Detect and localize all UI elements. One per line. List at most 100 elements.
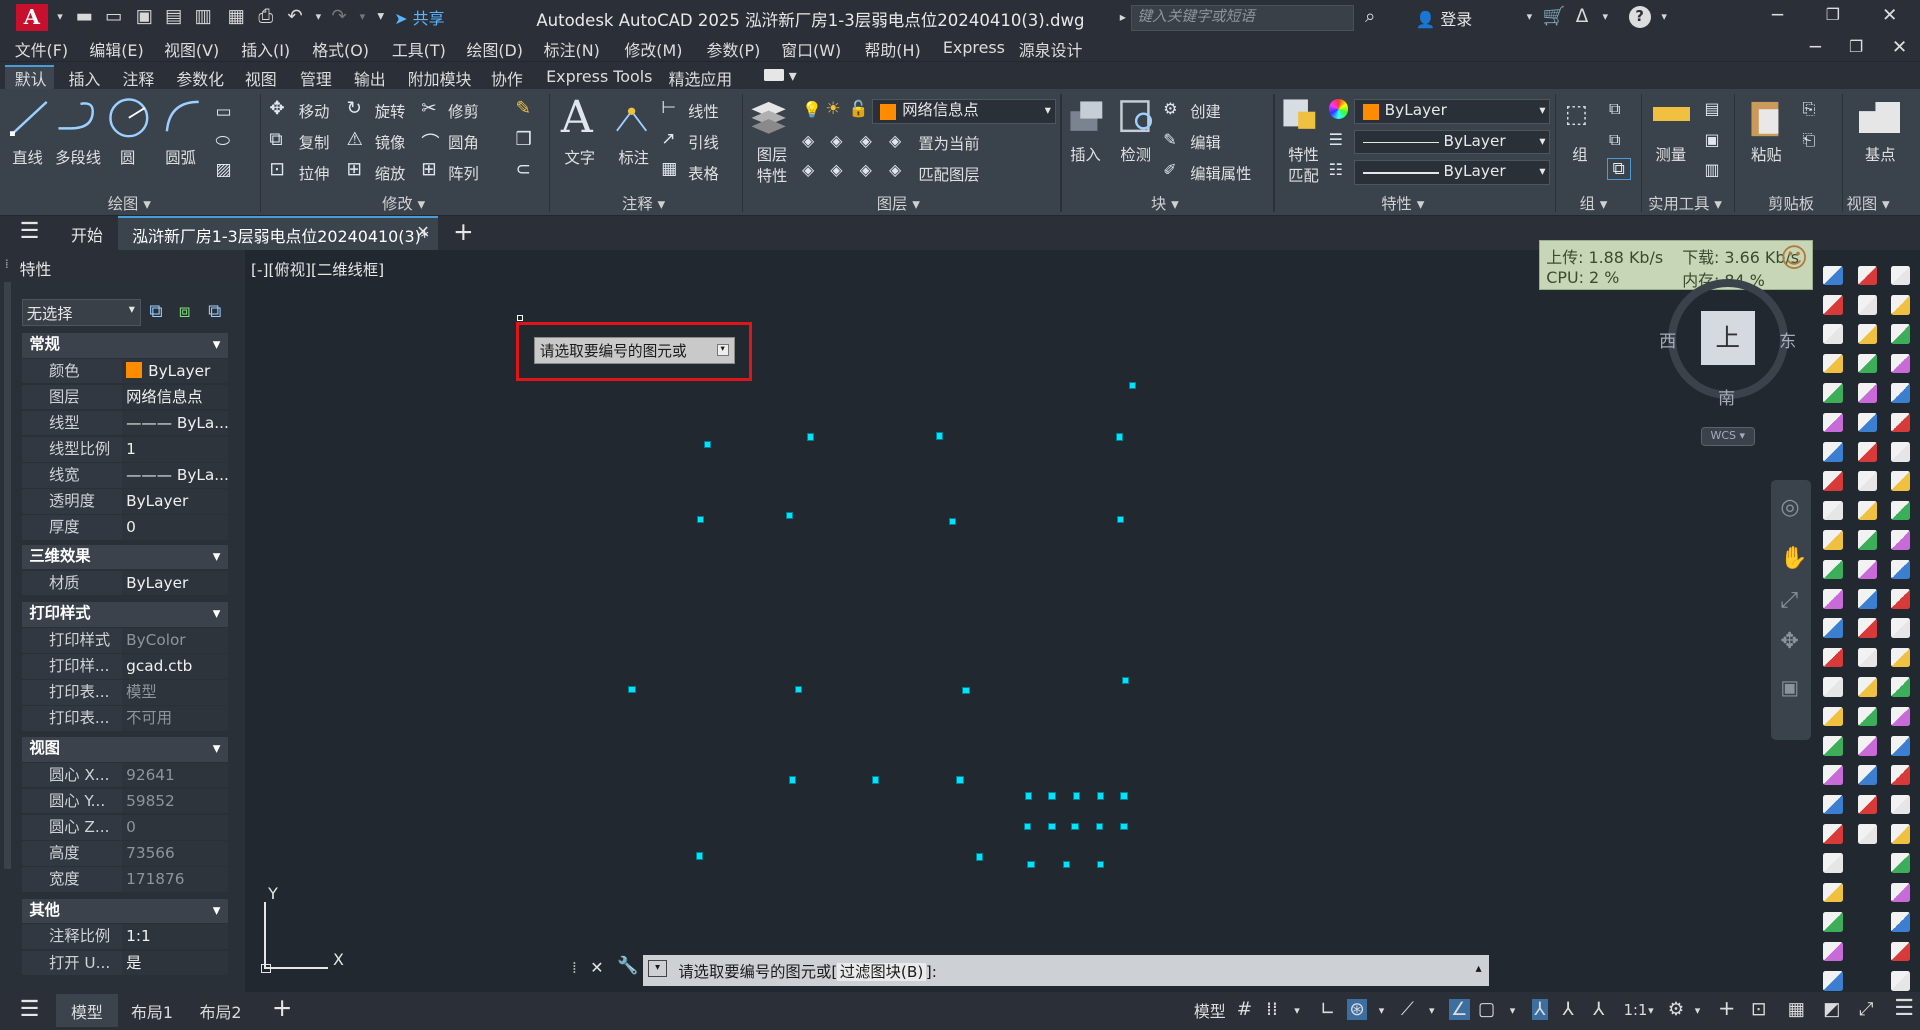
tool-strip-button-icon[interactable] [1823, 295, 1843, 315]
layout-menu-icon[interactable]: ☰ [20, 997, 40, 1022]
osnap-icon[interactable]: ▢ [1478, 999, 1495, 1020]
menu-insert[interactable]: 插入(I) [241, 38, 290, 61]
rotate-button[interactable]: 旋转 [375, 100, 406, 122]
scale-readout[interactable]: 1:1 [1624, 1002, 1648, 1019]
network-point-marker[interactable] [1128, 382, 1137, 390]
array-button[interactable]: 阵列 [448, 162, 479, 184]
tab-manage[interactable]: 管理 [300, 67, 332, 90]
network-point-marker[interactable] [935, 432, 943, 440]
tool-strip-button-icon[interactable] [1890, 882, 1911, 903]
tool-strip-button-icon[interactable] [1890, 618, 1911, 638]
table-button[interactable]: 表格 [688, 162, 719, 184]
cmdline-recent-icon[interactable]: ▾ [647, 959, 668, 978]
stretch-icon[interactable]: ⊡ [269, 159, 284, 180]
polyline-icon[interactable] [56, 99, 98, 133]
tab-view[interactable]: 视图 [245, 67, 277, 90]
section-plot-style[interactable]: 打印样式 [22, 602, 228, 627]
tab-insert[interactable]: 插入 [69, 67, 101, 90]
tool-strip-button-icon[interactable] [1857, 647, 1878, 668]
rotate-icon[interactable]: ↻ [347, 98, 362, 119]
property-view-row[interactable]: 圆心 Y... 59852 [22, 788, 228, 815]
lineweight-dropdown[interactable]: ByLayer ▾ [1354, 160, 1551, 185]
tool-strip-button-icon[interactable] [1823, 647, 1843, 668]
tool-strip-button-icon[interactable] [1890, 647, 1911, 668]
cart-icon[interactable]: 🛒 [1543, 6, 1566, 28]
clipboard-panel-label[interactable]: 剪贴板 [1768, 192, 1814, 214]
polar-chevron-icon[interactable]: ▾ [1379, 1004, 1385, 1017]
layer-off-icon[interactable]: ◈ [802, 131, 814, 150]
cmdline-history-icon[interactable]: ▴ [1475, 961, 1481, 975]
network-point-marker[interactable] [956, 776, 964, 784]
tool-strip-button-icon[interactable] [1890, 677, 1911, 697]
cmdline-grip-icon[interactable]: ⁞ [572, 958, 577, 977]
workspace-chevron-icon[interactable]: ▾ [1695, 1004, 1701, 1017]
tool-strip-button-icon[interactable] [1823, 442, 1843, 462]
quick-select-icon[interactable]: ▤ [1705, 99, 1720, 118]
insert-block-label[interactable]: 插入 [1070, 143, 1101, 165]
menu-dimension[interactable]: 标注(N) [544, 38, 600, 61]
measure-icon[interactable] [1653, 106, 1690, 122]
tab-annotate[interactable]: 注释 [122, 67, 154, 90]
offset-icon[interactable]: ⊂ [516, 159, 531, 180]
tool-strip-button-icon[interactable] [1823, 971, 1843, 991]
toggle-pickadd-icon[interactable]: ⧉ [149, 301, 162, 322]
tool-strip-button-icon[interactable] [1823, 853, 1843, 874]
network-point-marker[interactable] [788, 776, 796, 784]
modify-panel-label[interactable]: 修改 ▾ [382, 192, 425, 214]
network-point-marker[interactable] [1115, 433, 1123, 441]
open-web-icon[interactable]: ▦ [225, 6, 247, 28]
tool-strip-button-icon[interactable] [1823, 735, 1843, 756]
match-props-label-2[interactable]: 匹配 [1288, 164, 1319, 186]
cut-icon[interactable]: ⎗ [1802, 130, 1815, 150]
text-icon[interactable]: A [561, 92, 593, 143]
tool-strip-button-icon[interactable] [1857, 295, 1878, 315]
property-view-row[interactable]: 圆心 X... 92641 [22, 762, 228, 789]
match-layer-button[interactable]: 匹配图层 [918, 163, 979, 185]
selection-dropdown[interactable]: 无选择 ▾ [22, 298, 141, 326]
tool-strip-button-icon[interactable] [1823, 471, 1843, 491]
tool-strip-button-icon[interactable] [1823, 559, 1843, 580]
network-monitor-widget[interactable]: 上传: 1.88 Kb/s 下载: 3.66 Kb/s CPU: 2 % 内存:… [1539, 240, 1814, 291]
calculator-icon[interactable]: ▥ [1705, 160, 1720, 179]
save-as-icon[interactable]: ▤ [163, 6, 185, 28]
trim-icon[interactable]: ✂ [421, 98, 436, 119]
tool-strip-button-icon[interactable] [1857, 265, 1878, 286]
new-tab-icon[interactable]: + [453, 217, 474, 246]
line-button-label[interactable]: 直线 [12, 146, 43, 168]
tab-parametric[interactable]: 参数化 [176, 67, 224, 90]
login-button[interactable]: 👤 登录 [1416, 7, 1473, 30]
viewport-controls-label[interactable]: [-][俯视][二维线框] [251, 258, 384, 280]
network-point-marker[interactable] [1048, 822, 1056, 831]
tool-strip-button-icon[interactable] [1890, 824, 1911, 844]
text-button-label[interactable]: 文字 [564, 146, 595, 168]
base-point-icon[interactable] [1858, 101, 1901, 134]
network-point-marker[interactable] [794, 685, 803, 694]
property-general-row[interactable]: 线宽 ——— ByLa... [22, 463, 228, 489]
stretch-button[interactable]: 拉伸 [299, 162, 330, 184]
minimize-icon[interactable]: ─ [1772, 5, 1783, 26]
check-block-icon[interactable] [1119, 99, 1158, 136]
tab-layout2[interactable]: 布局2 [200, 1000, 242, 1023]
polyline-button-label[interactable]: 多段线 [55, 146, 101, 168]
copy-clip-icon[interactable]: ⎘ [1802, 99, 1815, 119]
layer-freeze2-icon[interactable]: ◈ [802, 160, 814, 179]
base-point-label[interactable]: 基点 [1865, 143, 1896, 165]
tool-strip-button-icon[interactable] [1890, 383, 1911, 403]
share-button[interactable]: ➤ 共享 [394, 6, 444, 29]
units-icon[interactable]: ⊡ [1751, 999, 1766, 1020]
tool-strip-button-icon[interactable] [1890, 794, 1911, 815]
tab-model[interactable]: 模型 [71, 1000, 103, 1023]
network-point-marker[interactable] [1121, 677, 1129, 685]
network-point-marker[interactable] [806, 433, 815, 441]
leader-icon[interactable]: ↗ [661, 129, 675, 149]
layer-unisolate-icon[interactable]: ◈ [860, 131, 872, 150]
network-point-marker[interactable] [1097, 792, 1105, 800]
tool-strip-button-icon[interactable] [1890, 735, 1911, 756]
help-chevron-icon[interactable]: ▾ [1653, 6, 1675, 28]
linetype-icon[interactable]: ☷ [1329, 160, 1343, 179]
draw-panel-label[interactable]: 绘图 ▾ [108, 192, 151, 214]
isodraft-icon[interactable]: ⟋ [1401, 999, 1414, 1020]
tool-strip-button-icon[interactable] [1857, 677, 1878, 697]
linear-dim-button[interactable]: 线性 [688, 100, 719, 122]
color-wheel-icon[interactable] [1328, 99, 1349, 119]
